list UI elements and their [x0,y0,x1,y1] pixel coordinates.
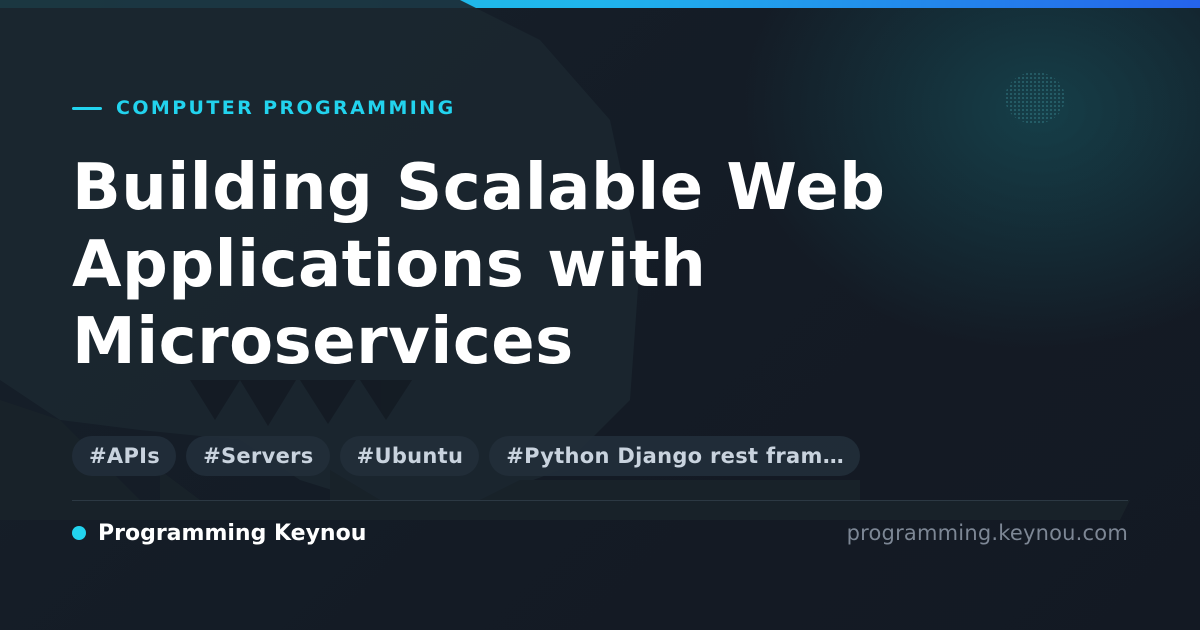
category-label: COMPUTER PROGRAMMING [116,97,456,119]
tag-chip[interactable]: #Ubuntu [339,436,480,476]
tag-chip[interactable]: #APIs [72,436,177,476]
tag-chip[interactable]: #Python Django rest fram… [489,436,861,476]
site-domain[interactable]: programming.keynou.com [847,518,1128,548]
eyebrow-dash [72,106,102,110]
social-card: COMPUTER PROGRAMMING Building Scalable W… [0,0,1200,630]
brand[interactable]: Programming Keynou [72,518,366,548]
article-title: Building Scalable Web Applications with … [72,151,886,379]
category-eyebrow: COMPUTER PROGRAMMING [72,96,456,120]
footer-divider [72,500,1128,501]
tag-list: #APIs #Servers #Ubuntu #Python Django re… [72,436,861,476]
tag-chip[interactable]: #Servers [186,436,330,476]
brand-name: Programming Keynou [98,520,367,546]
dot-texture [1005,72,1065,124]
brand-dot-icon [72,526,86,540]
